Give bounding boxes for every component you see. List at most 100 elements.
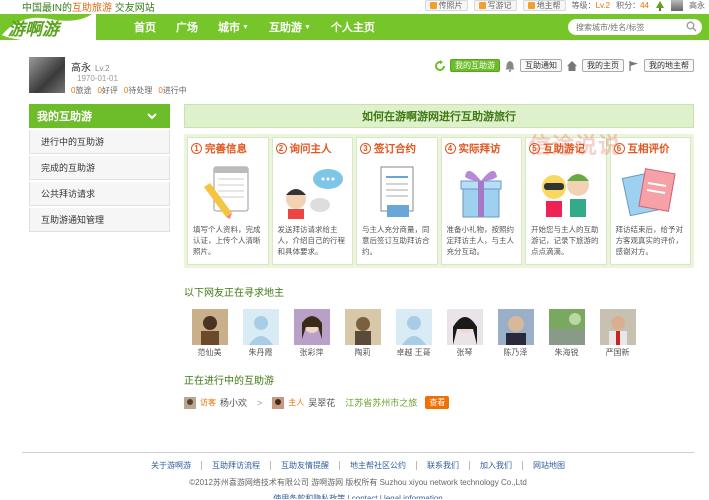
nav-mutual-label: 互助游 [268, 22, 302, 34]
host-name[interactable]: 吴翠花 [308, 396, 335, 409]
step-illustration [445, 158, 519, 224]
friend-card[interactable]: 张琴 [439, 309, 490, 358]
friend-avatar[interactable] [446, 309, 483, 345]
visitor-avatar[interactable] [184, 396, 196, 409]
friend-name[interactable]: 朱海锐 [555, 347, 579, 358]
friend-name[interactable]: 卓越 王哥 [396, 347, 430, 358]
footer-link-tips[interactable]: 互助友情提醒 [270, 461, 339, 470]
step-illustration [614, 158, 688, 224]
friend-card[interactable]: 朱丹霞 [235, 309, 286, 358]
friend-card[interactable]: 陶莉 [337, 309, 388, 358]
nav-personal-home[interactable]: 个人主页 [321, 14, 385, 40]
top-username[interactable]: 高永 [689, 0, 705, 11]
view-trip-button[interactable]: 查看 [425, 396, 450, 409]
sidebar-header[interactable]: 我的互助游 [29, 104, 170, 128]
sidebar-item-public-requests[interactable]: 公共拜访请求 [29, 182, 170, 206]
search-input[interactable] [568, 19, 702, 35]
friend-name[interactable]: 陶莉 [355, 347, 371, 358]
friend-avatar[interactable] [344, 309, 381, 345]
profile-avatar[interactable] [29, 57, 65, 93]
my-trips-button[interactable]: 我的互助游 [450, 59, 500, 72]
seeking-hosts-title: 以下网友正在寻求地主 [184, 288, 284, 299]
step-illustration [529, 158, 603, 224]
step-header: 1 完善信息 [191, 141, 265, 156]
nav-mutual-travel[interactable]: 互助游 ▼ [259, 14, 321, 40]
site-logo[interactable]: 游啊游 [0, 5, 98, 45]
search-icon[interactable] [686, 21, 697, 32]
host-help-button[interactable]: 地主帮 [522, 0, 566, 11]
sidebar-item-in-progress[interactable]: 进行中的互助游 [29, 130, 170, 154]
friend-avatar[interactable] [599, 309, 636, 345]
footer-links: 关于游啊游 互助拜访流程 互助友情提醒 地主帮社区公约 联系我们 加入我们 网站… [22, 461, 694, 470]
my-host-help-button[interactable]: 我的地主帮 [644, 59, 694, 72]
step-card: 1 完善信息 填写个人资料，完成认证，上传个人清晰照片。 [187, 137, 269, 265]
friend-name[interactable]: 张琴 [457, 347, 473, 358]
step-illustration [360, 158, 434, 224]
friend-card[interactable]: 张彩萍 [286, 309, 337, 358]
visitor-name[interactable]: 杨小欢 [220, 396, 247, 409]
step-number: 2 [275, 143, 287, 154]
footer-legal-links[interactable]: 使用条款和隐私政策 | contact | legal information [22, 493, 694, 499]
friend-name[interactable]: 张彩萍 [300, 347, 324, 358]
upload-photo-button[interactable]: 传照片 [424, 0, 468, 11]
sidebar-item-notice-manage[interactable]: 互助游通知管理 [29, 208, 170, 232]
footer-link-join[interactable]: 加入我们 [469, 461, 522, 470]
friend-card[interactable]: 陈乃泽 [490, 309, 541, 358]
friend-name[interactable]: 朱丹霞 [249, 347, 273, 358]
friend-card[interactable]: 朱海锐 [541, 309, 592, 358]
user-avatar-small[interactable] [671, 0, 683, 11]
trip-route-link[interactable]: 江苏省苏州市之旅 [345, 396, 417, 409]
notice-button[interactable]: 互助通知 [520, 59, 562, 72]
stat-in-progress[interactable]: 0进行中 [158, 85, 186, 96]
step-illustration [191, 158, 265, 224]
friend-avatar-placeholder[interactable] [242, 309, 279, 345]
friend-avatar[interactable] [191, 309, 228, 345]
chevron-down-icon: ▼ [303, 23, 311, 31]
stat-trips[interactable]: 0旅途 [71, 85, 91, 96]
friend-avatar-placeholder[interactable] [395, 309, 432, 345]
nav-city[interactable]: 城市 ▼ [208, 14, 259, 40]
sidebar-item-label: 互助游通知管理 [41, 215, 105, 225]
watermark-text: 信途说说 [529, 133, 622, 158]
nav-home[interactable]: 首页 [124, 14, 166, 40]
pen-icon [478, 2, 486, 9]
friend-name[interactable]: 严国新 [606, 347, 630, 358]
step-card: 2 询问主人 发送拜访请求给主人，介绍自己的行程和具体要求。 [271, 137, 353, 265]
level-display: 等级：Lv.2 [572, 0, 611, 11]
sidebar-title: 我的互助游 [37, 111, 92, 123]
my-homepage-button[interactable]: 我的主页 [582, 59, 624, 72]
friend-avatar[interactable] [548, 309, 585, 345]
ongoing-section: 正在进行中的互助游 访客 杨小欢 > 主人 吴翠花 江苏省苏州市之旅 查看 [184, 372, 694, 409]
footer-link-contact[interactable]: 联系我们 [416, 461, 469, 470]
main-nav: 游啊游 首页 广场 城市 ▼ 互助游 ▼ 个人主页 [0, 11, 709, 43]
friend-avatar[interactable] [497, 309, 534, 345]
friend-name[interactable]: 陈乃泽 [504, 347, 528, 358]
nav-plaza[interactable]: 广场 [166, 14, 208, 40]
sidebar-item-completed[interactable]: 完成的互助游 [29, 156, 170, 180]
contract-icon [380, 166, 414, 217]
footer-link-about[interactable]: 关于游啊游 [141, 461, 201, 470]
write-diary-button[interactable]: 写游记 [473, 0, 517, 11]
profile-name[interactable]: 高永 [71, 63, 91, 74]
footer-link-sitemap[interactable]: 网站地图 [522, 461, 575, 470]
step-number: 4 [444, 143, 456, 154]
footer-link-convention[interactable]: 地主帮社区公约 [339, 461, 416, 470]
footer-link-process[interactable]: 互助拜访流程 [201, 461, 270, 470]
friend-card[interactable]: 卓越 王哥 [388, 309, 439, 358]
friend-card[interactable]: 范仙美 [184, 309, 235, 358]
step-title: 完善信息 [205, 143, 247, 155]
review-cards-icon [622, 168, 676, 217]
host-avatar[interactable] [272, 396, 285, 409]
write-diary-label: 写游记 [487, 1, 512, 10]
friend-card[interactable]: 严国新 [592, 309, 643, 358]
gift-box-icon [460, 170, 502, 218]
friend-name[interactable]: 范仙美 [198, 347, 222, 358]
stat-good-reviews[interactable]: 0好评 [97, 85, 117, 96]
nav-personal-label: 个人主页 [330, 22, 375, 34]
top-utility-bar: 中国最IN的互助旅游 交友网站 传照片 写游记 地主帮 等级：Lv.2 积分：4… [0, 0, 709, 14]
tree-icon[interactable] [655, 0, 665, 11]
step-title: 询问主人 [289, 143, 332, 155]
stat-pending[interactable]: 0待处理 [124, 85, 152, 96]
friend-avatar[interactable] [293, 309, 330, 345]
step-card: 4 实际拜访 准备小礼物，按照约定拜访主人，与主人充分互动。 [440, 137, 522, 265]
